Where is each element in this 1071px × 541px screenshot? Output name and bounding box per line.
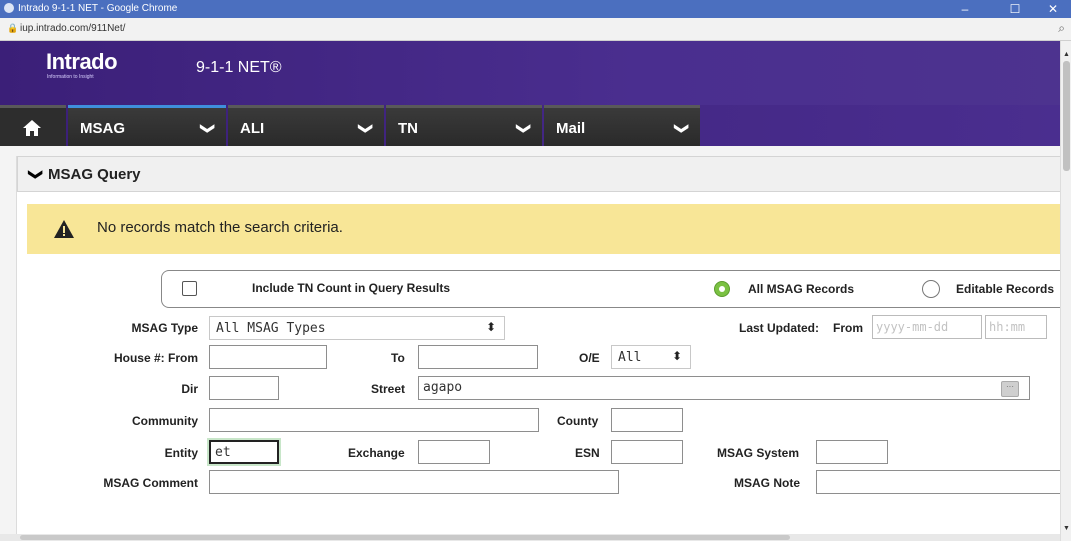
all-msag-records-radio[interactable] (714, 281, 730, 297)
browser-title-bar: Intrado 9-1-1 NET - Google Chrome – ☐ ✕ (0, 0, 1071, 18)
chrome-favicon-icon (4, 3, 14, 13)
entity-input[interactable]: et (209, 440, 279, 464)
nav-tab-msag[interactable]: MSAG ❯ (68, 105, 226, 146)
msag-comment-input[interactable] (209, 470, 619, 494)
last-updated-date-input[interactable]: yyyy-mm-dd (872, 315, 982, 339)
nav-tab-mail[interactable]: Mail ❯ (544, 105, 700, 146)
county-label: County (557, 414, 599, 428)
home-button[interactable] (0, 105, 66, 146)
lock-icon: 🔒 (7, 23, 19, 33)
house-to-input[interactable] (418, 345, 538, 369)
window-title: Intrado 9-1-1 NET - Google Chrome (18, 3, 178, 14)
oe-select[interactable]: All ⬍ (611, 345, 691, 369)
url-text[interactable]: iup.intrado.com/911Net/ (20, 23, 125, 34)
main-nav: MSAG ❯ ALI ❯ TN ❯ Mail ❯ (0, 105, 1060, 146)
oe-value: All (618, 350, 642, 365)
community-label: Community (132, 414, 198, 428)
msag-comment-label: MSAG Comment (103, 476, 198, 490)
editable-records-label: Editable Records (956, 282, 1055, 296)
minimize-button[interactable]: – (950, 0, 980, 18)
house-from-label: House #: From (113, 351, 198, 365)
logo-tagline: Information to Insight (47, 74, 94, 80)
msag-note-label: MSAG Note (734, 476, 800, 490)
warning-icon (54, 220, 74, 238)
vertical-scrollbar[interactable]: ▲ ▼ (1060, 41, 1071, 541)
street-lookup-button[interactable]: ··· (1001, 381, 1019, 397)
community-input[interactable] (209, 408, 539, 432)
nav-tab-label: ALI (240, 120, 265, 137)
esn-input[interactable] (611, 440, 683, 464)
include-tn-count-checkbox[interactable] (182, 281, 197, 296)
alert-message: No records match the search criteria. (97, 219, 343, 236)
msag-note-input[interactable] (816, 470, 1061, 494)
exchange-input[interactable] (418, 440, 490, 464)
last-updated-time-input[interactable]: hh:mm (985, 315, 1047, 339)
scroll-up-icon[interactable]: ▲ (1063, 51, 1070, 58)
last-updated-label: Last Updated: (739, 321, 820, 335)
msag-query-panel: ❯ MSAG Query No records match the search… (16, 156, 1061, 534)
msag-query-header[interactable]: ❯ MSAG Query (17, 156, 1061, 192)
select-arrow-icon: ⬍ (671, 349, 682, 363)
app-header: Intrado Information to Insight 9-1-1 NET… (0, 41, 1060, 105)
exchange-label: Exchange (348, 446, 405, 460)
street-label: Street (371, 382, 406, 396)
editable-records-radio[interactable] (922, 280, 940, 298)
home-icon (23, 120, 41, 136)
all-msag-records-label: All MSAG Records (748, 282, 855, 296)
scroll-thumb[interactable] (1063, 61, 1070, 171)
entity-label: Entity (164, 446, 198, 460)
select-arrow-icon: ⬍ (485, 320, 496, 334)
chevron-down-icon: ❯ (28, 168, 45, 181)
house-to-label: To (391, 351, 405, 365)
include-tn-count-label: Include TN Count in Query Results (252, 281, 451, 295)
maximize-button[interactable]: ☐ (1000, 0, 1030, 18)
no-results-alert: No records match the search criteria. (27, 204, 1061, 254)
horizontal-scrollbar[interactable] (0, 534, 1060, 541)
intrado-logo: Intrado (46, 49, 118, 74)
nav-tab-label: MSAG (80, 120, 125, 137)
nav-tab-ali[interactable]: ALI ❯ (228, 105, 384, 146)
scroll-down-icon[interactable]: ▼ (1063, 525, 1070, 532)
county-input[interactable] (611, 408, 683, 432)
nav-tab-tn[interactable]: TN ❯ (386, 105, 542, 146)
msag-type-select[interactable]: All MSAG Types ⬍ (209, 316, 505, 340)
close-button[interactable]: ✕ (1038, 0, 1068, 18)
from-label: From (833, 321, 863, 335)
msag-system-input[interactable] (816, 440, 888, 464)
oe-label: O/E (579, 351, 600, 365)
nav-tab-label: TN (398, 120, 418, 137)
msag-type-value: All MSAG Types (216, 321, 326, 336)
chevron-down-icon: ❯ (674, 122, 691, 135)
chevron-down-icon: ❯ (200, 122, 217, 135)
query-options: Include TN Count in Query Results All MS… (161, 270, 1061, 308)
address-bar[interactable]: 🔒 iup.intrado.com/911Net/ ⌕ (0, 18, 1071, 41)
msag-system-label: MSAG System (717, 446, 800, 460)
dir-input[interactable] (209, 376, 279, 400)
chevron-down-icon: ❯ (358, 122, 375, 135)
house-from-input[interactable] (209, 345, 327, 369)
app-name: 9-1-1 NET® (196, 59, 282, 76)
dir-label: Dir (181, 382, 198, 396)
section-title: MSAG Query (48, 166, 141, 183)
chevron-down-icon: ❯ (516, 122, 533, 135)
nav-tab-label: Mail (556, 120, 586, 137)
street-input[interactable]: agapo (418, 376, 1030, 400)
msag-type-label: MSAG Type (131, 321, 198, 335)
esn-label: ESN (575, 446, 600, 460)
scroll-thumb[interactable] (20, 535, 790, 540)
zoom-icon[interactable]: ⌕ (1058, 21, 1065, 36)
